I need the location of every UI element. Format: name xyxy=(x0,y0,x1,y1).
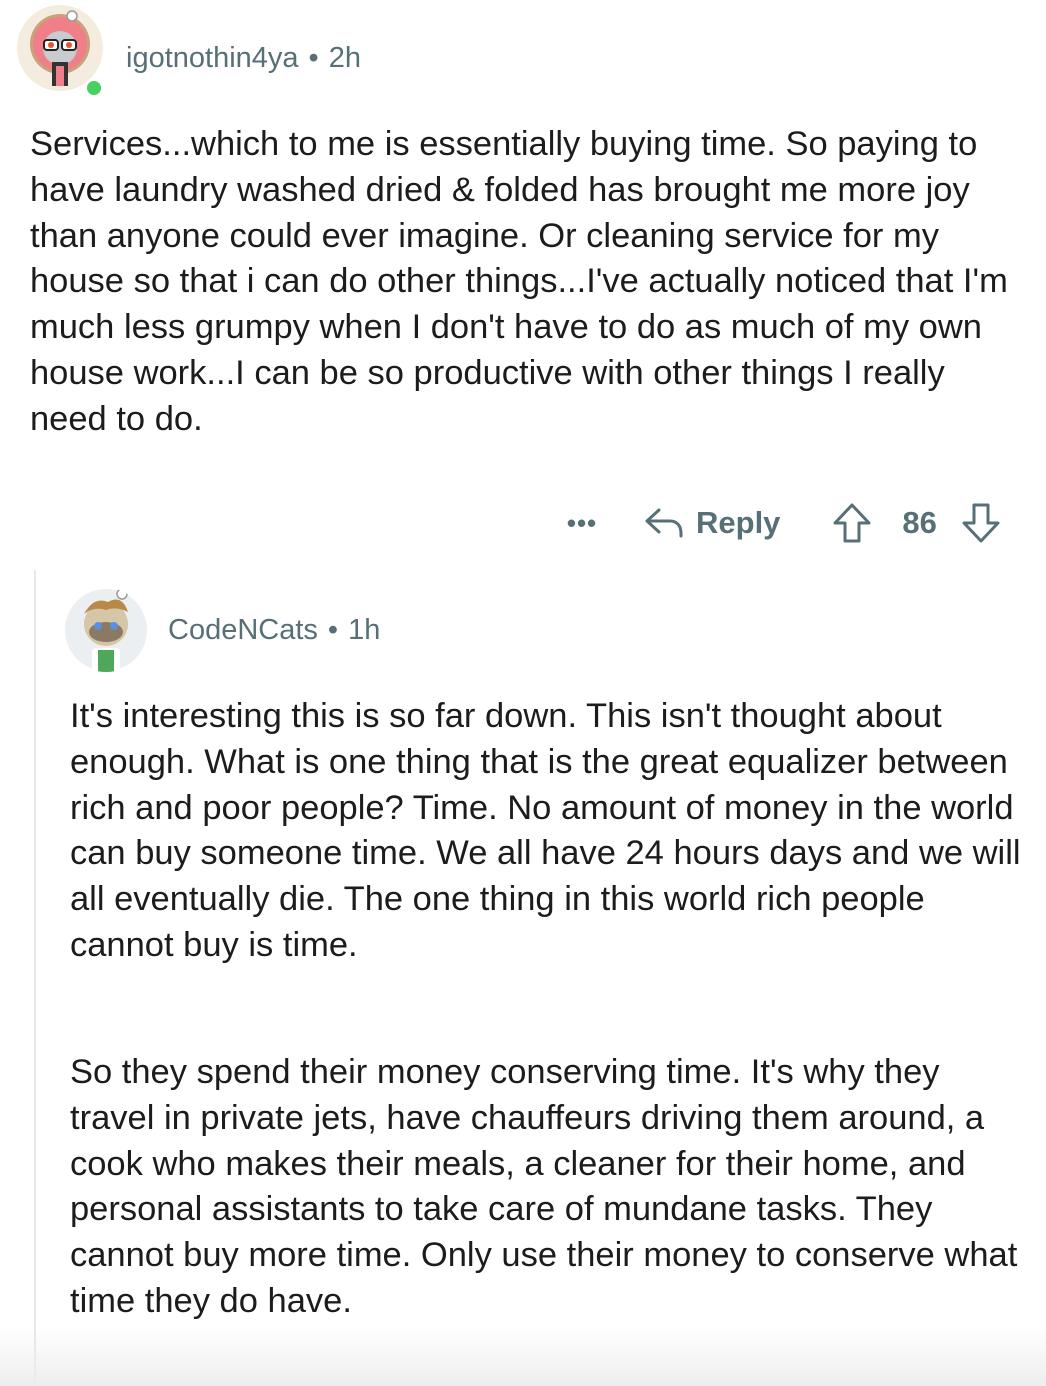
reply-avatar[interactable] xyxy=(64,588,148,672)
vote-score: 86 xyxy=(902,505,937,540)
comment-age[interactable]: 2h xyxy=(329,42,361,74)
comment-meta: igotnothin4ya • 2h xyxy=(126,42,361,75)
upvote-arrow-icon[interactable] xyxy=(832,502,872,544)
reply-button[interactable]: Reply xyxy=(644,505,780,541)
reply-label: Reply xyxy=(696,505,781,540)
reply-arrow-icon xyxy=(645,508,683,538)
reply-username[interactable]: CodeNCats xyxy=(168,614,318,646)
meta-separator: • xyxy=(308,42,319,74)
reply-age[interactable]: 1h xyxy=(348,614,380,646)
more-options-button[interactable]: ••• xyxy=(560,508,604,539)
reply-meta: CodeNCats • 1h xyxy=(168,614,380,647)
online-status-dot xyxy=(84,78,104,98)
meta-separator: • xyxy=(327,614,339,646)
reply-paragraph-2: So they spend their money conserving tim… xyxy=(70,1053,1018,1320)
comment-action-bar: ••• Reply 86 xyxy=(560,500,1001,546)
reply-paragraph-1: It's interesting this is so far down. Th… xyxy=(70,697,1021,964)
snoo-avatar-green-apron-icon xyxy=(65,588,147,672)
thread-collapse-line[interactable] xyxy=(34,570,36,1386)
comment-body: Services...which to me is essentially bu… xyxy=(30,125,1008,438)
comment-username[interactable]: igotnothin4ya xyxy=(126,42,299,74)
bottom-fade-overlay xyxy=(0,1326,1046,1386)
downvote-arrow-icon[interactable] xyxy=(961,502,1001,544)
